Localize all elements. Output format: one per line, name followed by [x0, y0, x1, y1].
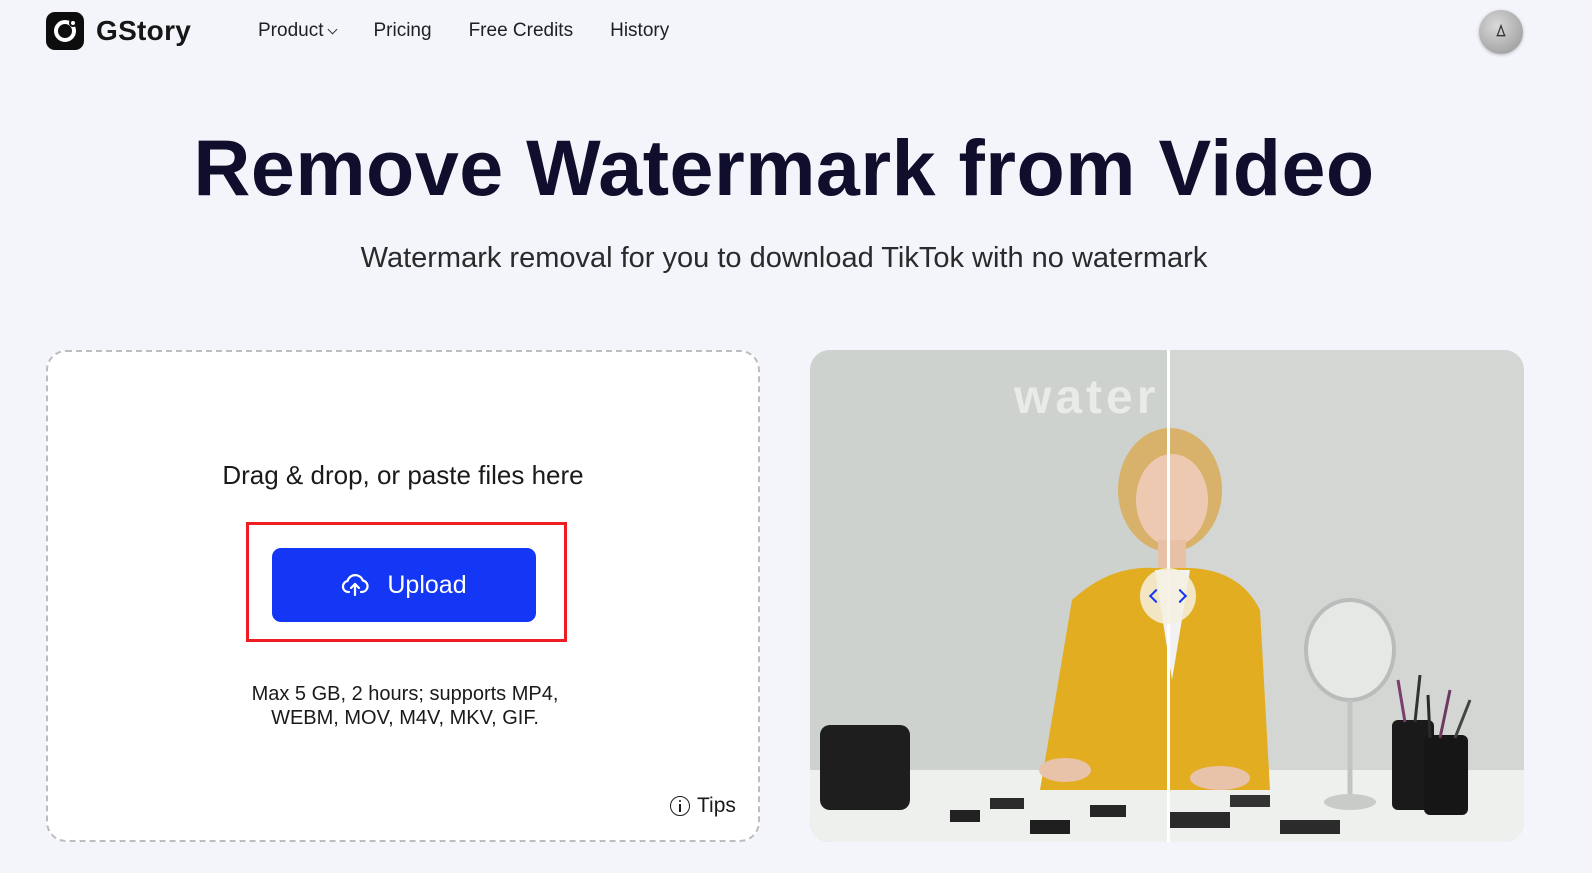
nav-item-free-credits[interactable]: Free Credits	[469, 20, 574, 42]
nav-item-pricing[interactable]: Pricing	[373, 20, 431, 42]
chevron-left-icon	[1148, 588, 1164, 604]
nav-item-history[interactable]: History	[610, 20, 669, 42]
page-subtitle: Watermark removal for you to download Ti…	[360, 242, 1208, 274]
nav-item-product[interactable]: Product	[258, 20, 338, 42]
before-after-preview: water	[810, 350, 1524, 842]
nav-item-label: Pricing	[373, 20, 432, 41]
top-nav: GStory Product Pricing Free Credits Hist…	[0, 0, 1592, 64]
cloud-upload-icon	[342, 574, 370, 597]
chevron-right-icon	[1172, 588, 1188, 604]
upload-button-label: Upload	[387, 570, 467, 599]
nav-item-label: Product	[258, 20, 324, 41]
dropzone-text: Drag & drop, or paste files here	[222, 460, 584, 490]
logo[interactable]: GStory	[46, 12, 191, 50]
upload-limits-line: Max 5 GB, 2 hours; supports MP4,	[251, 683, 559, 705]
logo-text: GStory	[96, 15, 192, 46]
gstory-logo-icon	[46, 12, 84, 50]
info-icon	[670, 796, 690, 816]
user-avatar[interactable]	[1479, 10, 1523, 54]
upload-limits-line: WEBM, MOV, M4V, MKV, GIF.	[271, 707, 539, 729]
comparison-slider-handle[interactable]	[1140, 568, 1196, 624]
page: GStory Product Pricing Free Credits Hist…	[0, 0, 1592, 873]
tips-link[interactable]: Tips	[670, 794, 736, 818]
nav-item-label: Free Credits	[468, 20, 574, 41]
tips-label: Tips	[697, 794, 736, 817]
chevron-down-icon	[328, 24, 338, 34]
watermark-overlay-text: water	[1014, 371, 1160, 424]
upload-limits: Max 5 GB, 2 hours; supports MP4, WEBM, M…	[198, 682, 612, 730]
main-nav: Product Pricing Free Credits History	[258, 20, 706, 42]
upload-button[interactable]: Upload	[272, 548, 536, 622]
user-icon	[1496, 23, 1506, 37]
upload-dropzone[interactable]: Drag & drop, or paste files here Upload …	[46, 350, 760, 842]
nav-item-label: History	[610, 20, 670, 41]
page-title: Remove Watermark from Video	[193, 123, 1375, 212]
